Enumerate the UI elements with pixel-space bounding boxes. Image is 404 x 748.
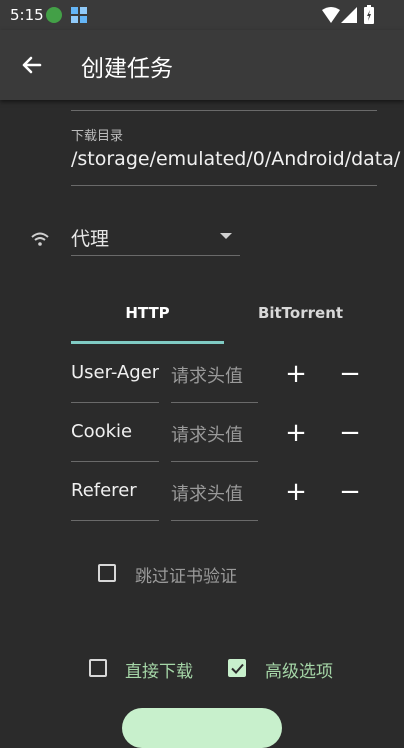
header-name-underline: [71, 461, 159, 462]
download-dir-label: 下载目录: [71, 129, 124, 144]
wifi-status-icon: [322, 7, 340, 23]
back-arrow-icon[interactable]: [14, 50, 50, 80]
battery-icon: [364, 5, 374, 24]
add-header-button[interactable]: +: [283, 479, 309, 506]
proxy-dropdown[interactable]: 代理: [71, 218, 240, 258]
page-title: 创建任务: [81, 56, 173, 82]
direct-download-checkbox[interactable]: [89, 659, 107, 677]
header-name-input[interactable]: User-Agen: [71, 362, 159, 383]
download-dir-underline: [71, 185, 377, 186]
tab-http[interactable]: HTTP: [71, 295, 224, 343]
app-bar: [0, 30, 404, 100]
tab-indicator: [71, 341, 224, 344]
app-notification-icon: [46, 7, 62, 23]
field-divider: [71, 110, 377, 111]
check-icon: [231, 663, 244, 674]
status-time: 5:15: [10, 6, 44, 24]
skip-cert-label: 跳过证书验证: [135, 567, 237, 587]
advanced-options-label: 高级选项: [265, 662, 333, 682]
proxy-underline: [71, 255, 240, 256]
skip-cert-checkbox[interactable]: [98, 564, 116, 582]
tab-bittorrent[interactable]: BitTorrent: [224, 295, 377, 343]
download-dir-input[interactable]: /storage/emulated/0/Android/data/: [71, 148, 400, 170]
add-header-button[interactable]: +: [283, 361, 309, 388]
header-name-input[interactable]: Referer: [71, 480, 159, 501]
direct-download-label: 直接下载: [125, 662, 193, 682]
proxy-label: 代理: [71, 228, 110, 250]
header-value-underline: [171, 461, 258, 462]
remove-header-button[interactable]: −: [337, 420, 363, 447]
header-name-input[interactable]: Cookie: [71, 421, 159, 442]
dropdown-caret-icon: [220, 233, 232, 239]
remove-header-button[interactable]: −: [337, 361, 363, 388]
header-value-input[interactable]: 请求头值: [171, 421, 258, 447]
signal-icon: [341, 7, 357, 23]
header-name-underline: [71, 402, 159, 403]
header-value-underline: [171, 402, 258, 403]
grid-app-icon: [71, 7, 87, 23]
add-header-button[interactable]: +: [283, 420, 309, 447]
header-value-input[interactable]: 请求头值: [171, 362, 258, 388]
header-value-underline: [171, 520, 258, 521]
header-value-input[interactable]: 请求头值: [171, 480, 258, 506]
wifi-icon: [31, 232, 49, 246]
create-task-button[interactable]: [122, 708, 282, 748]
advanced-options-checkbox[interactable]: [228, 659, 246, 677]
header-name-underline: [71, 520, 159, 521]
remove-header-button[interactable]: −: [337, 479, 363, 506]
